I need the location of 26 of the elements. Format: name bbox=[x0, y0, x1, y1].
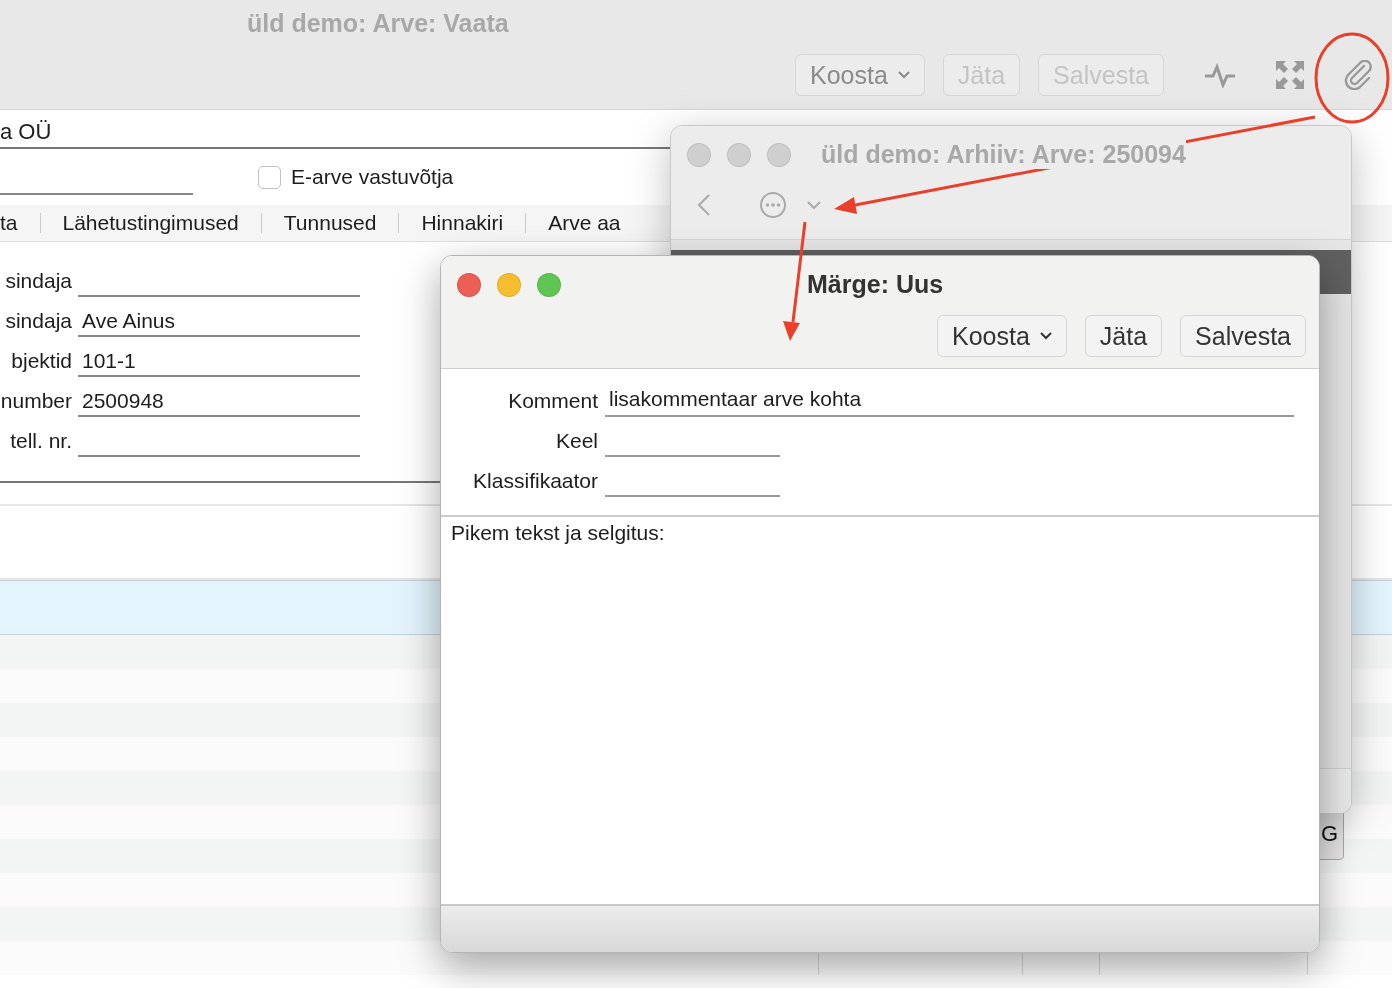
toolbar-button[interactable]: Jäta bbox=[1084, 315, 1163, 357]
input-field[interactable]: 2500948 bbox=[78, 389, 360, 417]
field-label: Keel bbox=[554, 429, 598, 454]
tab[interactable]: Hinnakiri bbox=[421, 211, 504, 235]
field-label: bjektid bbox=[10, 349, 72, 374]
long-text: Pikem tekst ja selgitus: bbox=[451, 521, 665, 544]
field-label: sindaja bbox=[4, 269, 72, 294]
field-label: Klassifikaator bbox=[472, 469, 598, 494]
window-title: üld demo: Arve: Vaata bbox=[246, 8, 510, 39]
input-field[interactable]: lisakommentaar arve kohta bbox=[605, 387, 1294, 417]
checkbox-label: E-arve vastuvõtja bbox=[291, 165, 454, 189]
company-field[interactable]: a OÜ bbox=[0, 119, 52, 147]
tab[interactable]: Tunnused bbox=[283, 211, 377, 235]
toolbar-button[interactable]: Koosta bbox=[937, 315, 1067, 357]
input-field[interactable]: 101-1 bbox=[78, 349, 360, 377]
field-label: tell. nr. bbox=[9, 429, 72, 454]
tab[interactable]: ta bbox=[0, 211, 18, 235]
tab[interactable]: Arve aa bbox=[548, 211, 621, 235]
dialog-title: Märge: Uus bbox=[807, 270, 944, 299]
field-label: Komment bbox=[507, 389, 598, 414]
toolbar-button[interactable]: Salvesta bbox=[1180, 315, 1306, 357]
tab[interactable]: Lähetustingimused bbox=[62, 211, 239, 235]
window-title: üld demo: Arhiiv: Arve: 250094 bbox=[821, 140, 1186, 169]
field-label: number bbox=[0, 389, 72, 414]
input-field[interactable]: Ave Ainus bbox=[78, 309, 360, 337]
field-label: sindaja bbox=[4, 309, 72, 334]
